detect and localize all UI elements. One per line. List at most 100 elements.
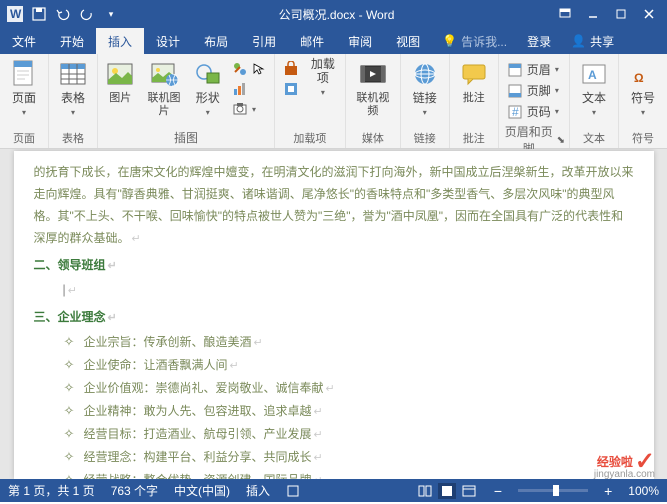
header-icon [507, 62, 523, 78]
save-button[interactable] [28, 3, 50, 25]
tab-insert[interactable]: 插入 [96, 28, 144, 54]
link-label: 链接 [413, 91, 437, 105]
dialog-launcher[interactable]: ⬊ [557, 135, 565, 146]
quick-access-toolbar: W ▾ [4, 3, 122, 25]
view-print-button[interactable] [438, 483, 456, 499]
status-page[interactable]: 第 1 页，共 1 页 [8, 482, 95, 499]
online-picture-label: 联机图片 [144, 92, 183, 118]
symbol-label: 符号 [631, 91, 655, 105]
zoom-in-button[interactable]: + [604, 483, 612, 499]
zoom-slider[interactable] [518, 489, 588, 492]
tell-me-search[interactable]: 💡告诉我... [432, 28, 517, 54]
online-video-button[interactable]: 联机视频 [350, 56, 396, 120]
picture-icon [104, 58, 136, 90]
header-button[interactable]: 页眉 ▾ [503, 60, 563, 79]
zoom-level[interactable]: 100% [628, 484, 659, 498]
list-item: 经营理念：构建平台、利益分享、共同成长↵ [34, 446, 634, 469]
comment-icon [458, 58, 490, 90]
login-button[interactable]: 登录 [517, 28, 561, 54]
para-mark: ↵ [314, 406, 323, 418]
document-area[interactable]: 的抚育下成长，在唐宋文化的辉煌中嬗变，在明清文化的滋润下打向海外，新中国成立后涅… [0, 149, 667, 479]
smartart-button[interactable] [228, 60, 270, 78]
heading-text: 二、领导班组 [34, 258, 106, 272]
ribbon: 页面▾ 页面 表格▾ 表格 图片 联机图片 形状▾ [0, 54, 667, 149]
tab-review[interactable]: 审阅 [336, 28, 384, 54]
para-mark: ↵ [230, 360, 239, 372]
footer-label: 页脚 [527, 82, 551, 99]
share-button[interactable]: 👤共享 [561, 28, 624, 54]
view-read-button[interactable] [416, 483, 434, 499]
group-illustrations-label: 插图 [174, 129, 198, 146]
minimize-button[interactable] [579, 3, 607, 25]
maximize-button[interactable] [607, 3, 635, 25]
footer-button[interactable]: 页脚 ▾ [503, 81, 563, 100]
close-button[interactable] [635, 3, 663, 25]
zoom-out-button[interactable]: − [494, 483, 502, 499]
qat-customize-button[interactable]: ▾ [100, 3, 122, 25]
chart-button[interactable] [228, 80, 270, 98]
titlebar: W ▾ 公司概况.docx - Word [0, 0, 667, 28]
link-button[interactable]: 链接▾ [405, 56, 445, 121]
item-text: 经营理念：构建平台、利益分享、共同成长 [84, 450, 312, 464]
tab-file[interactable]: 文件 [0, 28, 48, 54]
view-buttons [416, 483, 478, 499]
heading-3: 三、企业理念↵ [34, 308, 634, 325]
table-button[interactable]: 表格▾ [53, 56, 93, 121]
watermark-brand: 经验啦 [597, 453, 633, 470]
my-addins-button[interactable] [279, 80, 303, 98]
addin-button[interactable]: 加载项▾ [305, 56, 341, 101]
footer-icon [507, 83, 523, 99]
screenshot-button[interactable]: ▾ [228, 100, 270, 118]
picture-button[interactable]: 图片 [102, 56, 138, 107]
status-mode[interactable]: 插入 [246, 482, 270, 499]
para-mark: ↵ [132, 233, 141, 245]
item-text: 企业价值观：崇德尚礼、爱岗敬业、诚信奉献 [84, 381, 324, 395]
smartart-icon [232, 61, 248, 77]
shapes-label: 形状 [196, 91, 220, 105]
para-mark: ↵ [314, 429, 323, 441]
tab-design[interactable]: 设计 [144, 28, 192, 54]
addin-label: 加载项 [311, 57, 335, 85]
video-icon [357, 58, 389, 90]
bulb-icon: 💡 [442, 34, 457, 48]
textbox-button[interactable]: A 文本▾ [574, 56, 614, 121]
svg-text:#: # [512, 105, 519, 119]
shapes-button[interactable]: 形状▾ [190, 56, 226, 121]
tab-references[interactable]: 引用 [240, 28, 288, 54]
paragraph: 的抚育下成长，在唐宋文化的辉煌中嬗变，在明清文化的滋润下打向海外，新中国成立后涅… [34, 161, 634, 250]
symbol-button[interactable]: Ω 符号▾ [623, 56, 663, 121]
comment-button[interactable]: 批注 [454, 56, 494, 107]
list-item: 企业精神：敢为人先、包容进取、追求卓越↵ [34, 400, 634, 423]
ribbon-display-options-button[interactable] [551, 3, 579, 25]
pages-button[interactable]: 页面▾ [4, 56, 44, 121]
tab-layout[interactable]: 布局 [192, 28, 240, 54]
group-header-footer: 页眉 ▾ 页脚 ▾ #页码 ▾ 页眉和页脚 ⬊ [499, 54, 570, 148]
para-mark: ↵ [314, 475, 323, 479]
view-web-button[interactable] [460, 483, 478, 499]
status-lang[interactable]: 中文(中国) [174, 482, 230, 499]
tab-mailings[interactable]: 邮件 [288, 28, 336, 54]
word-icon[interactable]: W [4, 3, 26, 25]
pagenum-button[interactable]: #页码 ▾ [503, 102, 563, 121]
redo-button[interactable] [76, 3, 98, 25]
store-button[interactable] [279, 60, 303, 78]
undo-button[interactable] [52, 3, 74, 25]
status-extra-icon[interactable] [286, 484, 300, 498]
list-item: 企业价值观：崇德尚礼、爱岗敬业、诚信奉献↵ [34, 377, 634, 400]
chart-icon [232, 81, 248, 97]
status-words[interactable]: 763 个字 [111, 482, 158, 499]
list-item: 经营目标：打造酒业、航母引领、产业发展↵ [34, 423, 634, 446]
online-picture-button[interactable]: 联机图片 [140, 56, 187, 120]
para-mark: ↵ [326, 383, 335, 395]
tab-home[interactable]: 开始 [48, 28, 96, 54]
list-item: 企业宗旨：传承创新、酿造美酒↵ [34, 331, 634, 354]
store-icon [283, 61, 299, 77]
tab-view[interactable]: 视图 [384, 28, 432, 54]
group-pages: 页面▾ 页面 [0, 54, 49, 148]
textbox-icon: A [578, 58, 610, 90]
group-addins-label: 加载项 [279, 128, 341, 148]
item-text: 经营战略：整合优势、资源创建、国际品牌 [84, 473, 312, 479]
group-text-label: 文本 [574, 128, 614, 148]
item-text: 企业宗旨：传承创新、酿造美酒 [84, 335, 252, 349]
para-mark: ↵ [314, 452, 323, 464]
